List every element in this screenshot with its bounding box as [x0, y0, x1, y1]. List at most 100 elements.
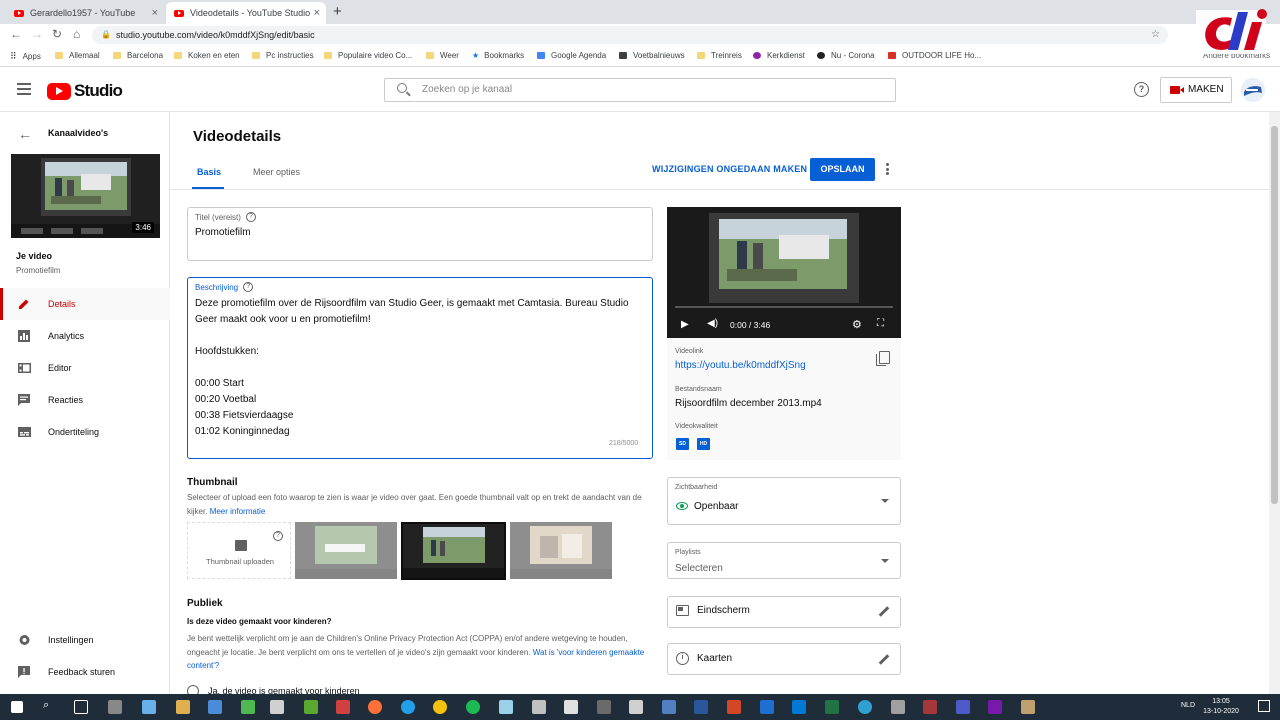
settings-gear-icon[interactable]: ⚙: [852, 318, 862, 331]
video-link[interactable]: https://youtu.be/k0mddfXjSng: [675, 360, 806, 371]
fullscreen-icon[interactable]: ⛶: [877, 318, 884, 329]
copy-icon[interactable]: [876, 351, 890, 366]
volume-icon[interactable]: ◀): [707, 318, 718, 329]
bookmark-item[interactable]: Voetbalnieuws: [619, 51, 685, 60]
video-thumbnail[interactable]: 3:46: [11, 154, 160, 238]
sidebar-item-feedback[interactable]: Feedback sturen: [0, 656, 170, 688]
create-button[interactable]: MAKEN: [1160, 77, 1232, 103]
video-player[interactable]: ▶ ◀) ⚙ ⛶: [667, 207, 901, 338]
taskbar-app-icon[interactable]: [142, 700, 156, 714]
outlook-icon[interactable]: [792, 700, 806, 714]
taskbar-app-icon[interactable]: [629, 700, 643, 714]
sidebar-item-analytics[interactable]: Analytics: [0, 320, 170, 352]
system-clock[interactable]: 13:05 13-10-2020: [1196, 697, 1246, 717]
input-language[interactable]: NLD: [1181, 702, 1195, 709]
camtasia-icon[interactable]: [304, 700, 318, 714]
browser-tab-studio[interactable]: Videodetails - YouTube Studio ×: [166, 2, 326, 24]
bookmark-item[interactable]: Treinreis: [697, 51, 742, 60]
channel-search-input[interactable]: Zoeken op je kanaal: [384, 78, 896, 102]
powerpoint-icon[interactable]: [727, 700, 741, 714]
undo-changes-button[interactable]: WIJZIGINGEN ONGEDAAN MAKEN: [652, 164, 807, 174]
bookmark-item[interactable]: Kerkdienst: [753, 51, 805, 60]
bookmark-item[interactable]: Koken en eten: [174, 51, 240, 60]
thumbnail-option-2[interactable]: [401, 522, 506, 580]
close-tab-icon[interactable]: ×: [314, 7, 320, 19]
play-icon[interactable]: ▶: [681, 319, 689, 330]
search-icon[interactable]: ⌕: [43, 699, 49, 712]
excel-icon[interactable]: [825, 700, 839, 714]
sidebar-item-details[interactable]: Details: [0, 288, 170, 320]
taskbar-app-icon[interactable]: [858, 700, 872, 714]
taskbar-app-icon[interactable]: [108, 700, 122, 714]
learn-more-link[interactable]: Meer informatie: [210, 507, 266, 516]
thumbnail-option-3[interactable]: [510, 522, 612, 579]
help-icon[interactable]: ?: [1134, 82, 1149, 97]
more-options-icon[interactable]: [886, 163, 889, 175]
taskbar-app-icon[interactable]: [1021, 700, 1035, 714]
tab-more-options[interactable]: Meer opties: [253, 167, 300, 177]
channel-avatar[interactable]: [1241, 78, 1265, 102]
help-icon[interactable]: ?: [243, 282, 254, 292]
teams-icon[interactable]: [956, 700, 970, 714]
taskbar-app-icon[interactable]: [564, 700, 578, 714]
windows-start-icon[interactable]: [11, 701, 23, 713]
edge-icon[interactable]: [401, 700, 415, 714]
reload-icon[interactable]: ↻: [52, 27, 62, 41]
calculator-icon[interactable]: [891, 700, 905, 714]
firefox-icon[interactable]: [368, 700, 382, 714]
taskbar-app-icon[interactable]: [208, 700, 222, 714]
spotify-icon[interactable]: [466, 700, 480, 714]
sidebar-item-settings[interactable]: Instellingen: [0, 624, 170, 656]
task-view-icon[interactable]: [74, 700, 88, 714]
notifications-icon[interactable]: [1258, 700, 1270, 712]
bookmark-item[interactable]: Barcelona: [113, 51, 163, 60]
bookmark-item[interactable]: Pc instructies: [252, 51, 314, 60]
help-icon[interactable]: ?: [245, 212, 256, 222]
sidebar-item-comments[interactable]: Reacties: [0, 384, 170, 416]
onenote-icon[interactable]: [988, 700, 1002, 714]
taskbar-app-icon[interactable]: [662, 700, 676, 714]
upload-thumbnail-button[interactable]: Thumbnail uploaden ?: [187, 522, 291, 579]
youtube-studio-logo[interactable]: Studio: [47, 81, 123, 101]
chrome-icon[interactable]: [433, 700, 447, 714]
save-button[interactable]: OPSLAAN: [810, 158, 875, 181]
bookmark-item[interactable]: Nu - Corona: [817, 51, 875, 60]
tab-basis[interactable]: Basis: [197, 167, 221, 177]
bookmark-apps[interactable]: ⠿ Apps: [10, 51, 41, 62]
taskbar-app-icon[interactable]: [270, 700, 284, 714]
file-explorer-icon[interactable]: [176, 700, 190, 714]
taskbar-app-icon[interactable]: [241, 700, 255, 714]
menu-icon[interactable]: [17, 83, 31, 95]
taskbar-app-icon[interactable]: [336, 700, 350, 714]
bookmark-item[interactable]: Weer: [426, 51, 459, 60]
word-icon[interactable]: [694, 700, 708, 714]
thumbnail-option-1[interactable]: [295, 522, 397, 579]
browser-tab-youtube[interactable]: Gerardello1957 - YouTube ×: [6, 2, 164, 24]
taskbar-app-icon[interactable]: [597, 700, 611, 714]
new-tab-icon[interactable]: +: [333, 3, 342, 20]
bookmark-star-icon[interactable]: ☆: [1151, 26, 1160, 44]
help-icon[interactable]: ?: [273, 531, 283, 541]
sidebar-item-editor[interactable]: Editor: [0, 352, 170, 384]
back-arrow-icon[interactable]: ←: [10, 27, 22, 41]
bookmark-item[interactable]: ★ Bookmarks: [472, 51, 524, 60]
channel-videos-link[interactable]: Kanaalvideo's: [48, 128, 108, 138]
home-icon[interactable]: ⌂: [73, 27, 80, 41]
title-field[interactable]: [187, 207, 653, 261]
bookmark-item[interactable]: OUTDOOR LIFE Ho...: [888, 51, 981, 60]
info-icon: i: [676, 652, 689, 665]
bookmark-item[interactable]: Allemaal: [55, 51, 100, 60]
sidebar-item-subtitles[interactable]: Ondertiteling: [0, 416, 170, 448]
back-arrow-icon[interactable]: ←: [18, 126, 32, 142]
apps-grid-icon: ⠿: [10, 51, 17, 61]
access-icon[interactable]: [923, 700, 937, 714]
taskbar-app-icon[interactable]: [532, 700, 546, 714]
scrollbar-thumb[interactable]: [1271, 126, 1278, 504]
bookmark-item[interactable]: Populaire video Co...: [324, 51, 412, 60]
mail-icon[interactable]: [760, 700, 774, 714]
taskbar-app-icon[interactable]: [499, 700, 513, 714]
forward-arrow-icon[interactable]: →: [31, 27, 43, 41]
address-bar[interactable]: 🔒 studio.youtube.com/video/k0mddfXjSng/e…: [92, 26, 1168, 44]
close-tab-icon[interactable]: ×: [152, 7, 158, 19]
bookmark-item[interactable]: Google Agenda: [537, 51, 606, 60]
